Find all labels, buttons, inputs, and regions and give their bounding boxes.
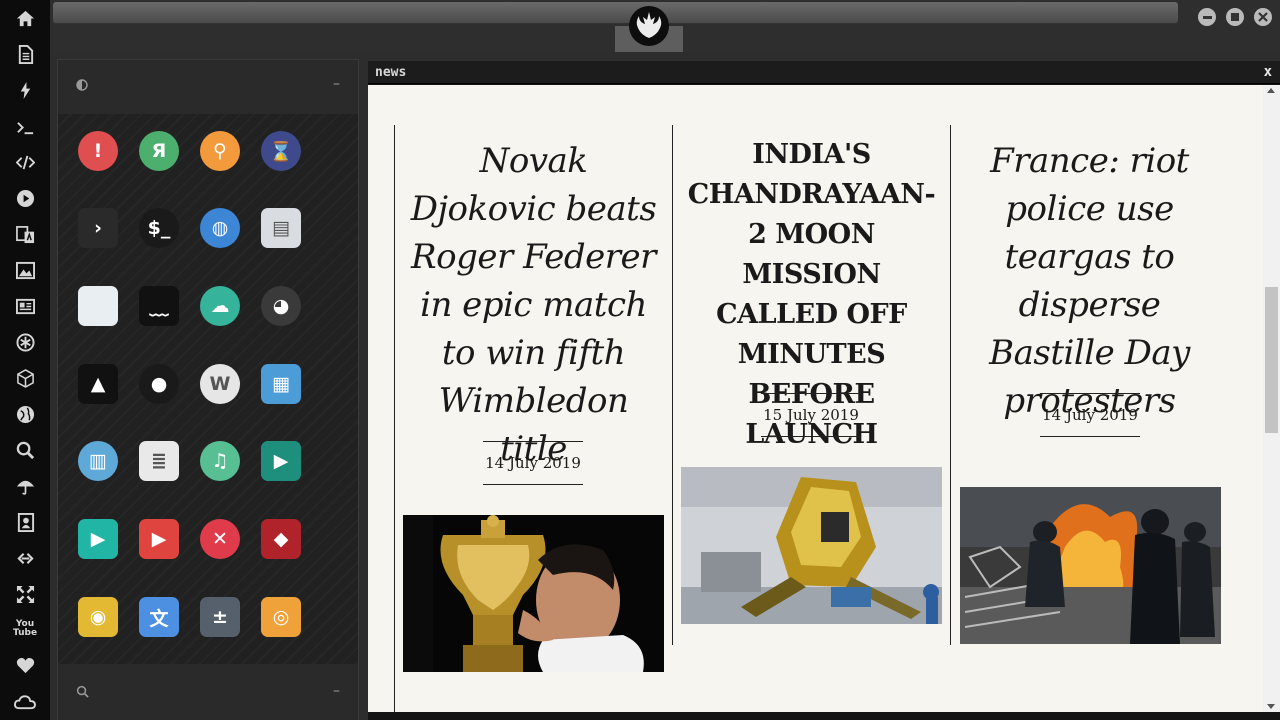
iron-man-app-icon[interactable]: ◆ [261, 519, 301, 559]
cube-icon[interactable] [13, 366, 37, 390]
news-content: Novak Djokovic beats Roger Federer in ep… [368, 85, 1263, 712]
globe-icon[interactable] [13, 402, 37, 426]
hourglass-app-icon[interactable]: ⌛ [261, 131, 301, 171]
article-date: 15 July 2019 [761, 393, 861, 437]
youtube-icon[interactable]: You Tube [13, 617, 37, 641]
search-minimize-button[interactable]: – [333, 683, 340, 699]
warning-app-icon[interactable]: ! [78, 131, 118, 171]
search-app-icon[interactable]: ⚲ [200, 131, 240, 171]
launcher-app-grid: ! Я ⚲ ⌛ › $_ ◍ ▤ ﹏ ☁ ◕ ▲ ● W ▦ ▥ ≣ ♫ ▶ ▶ ▶ ✕ ◆ ◉ 文 ± ◎ [58, 114, 358, 664]
web-browser-app-icon[interactable]: ◍ [200, 208, 240, 248]
window-app-icon[interactable] [78, 286, 118, 326]
expand-icon[interactable] [13, 582, 37, 606]
asterisk-icon[interactable] [13, 330, 37, 354]
cloud-icon[interactable] [11, 690, 39, 714]
article-date: 14 July 2019 [1040, 393, 1140, 437]
tennis-trophy-photo[interactable] [403, 515, 664, 672]
media-player-app-icon[interactable]: ▶ [78, 519, 118, 559]
launcher-minimize-button[interactable]: – [333, 76, 340, 92]
heart-icon[interactable] [13, 653, 37, 677]
riot-police-fire-photo[interactable] [960, 487, 1221, 644]
article-card[interactable]: France: riot police use teargas to dispe… [959, 137, 1220, 425]
document-icon[interactable] [13, 42, 37, 66]
launcher-header: – [58, 60, 358, 114]
calculator-app-icon[interactable]: ± [200, 597, 240, 637]
launcher-footer: – [58, 664, 358, 720]
article-headline[interactable]: France: riot police use teargas to dispe… [959, 137, 1220, 425]
newspaper-icon[interactable] [13, 294, 37, 318]
close-window-button[interactable] [1254, 8, 1272, 26]
youtube-wordmark: You Tube [13, 619, 38, 638]
code-icon[interactable] [13, 150, 37, 174]
lunar-lander-photo[interactable] [681, 467, 942, 624]
left-dock: You Tube [0, 0, 50, 720]
notebook-app-icon[interactable]: ≣ [139, 441, 179, 481]
close-app-icon[interactable]: ✕ [200, 519, 240, 559]
app-launcher-panel: – ! Я ⚲ ⌛ › $_ ◍ ▤ ﹏ ☁ ◕ ▲ ● W ▦ ▥ ≣ ♫ ▶ ▶ ▶ ✕ ◆ ◉ 文 ± ◎ – [57, 59, 359, 720]
github-app-icon[interactable]: ◕ [261, 286, 301, 326]
news-window-title: news [375, 65, 407, 80]
scroll-down-arrow-icon[interactable] [1267, 704, 1275, 709]
article-date: 14 July 2019 [483, 441, 583, 485]
scrollbar-thumb[interactable] [1265, 287, 1278, 433]
article-card[interactable]: Novak Djokovic beats Roger Federer in ep… [403, 137, 664, 473]
camera-app-icon[interactable]: ◎ [261, 597, 301, 637]
column-rule [950, 125, 951, 645]
news-window: news x Novak Djokovic beats Roger Federe… [368, 61, 1280, 720]
workspace-tab[interactable] [615, 0, 683, 52]
maximize-button[interactable] [1226, 8, 1244, 26]
home-icon[interactable] [13, 6, 37, 30]
bolt-icon[interactable] [13, 78, 37, 102]
news-close-button[interactable]: x [1264, 64, 1272, 80]
contact-icon[interactable] [13, 510, 37, 534]
top-bar [50, 0, 1280, 54]
youtube-app-icon[interactable]: ▶ [139, 519, 179, 559]
desktop: You Tube – ! Я ⚲ ⌛ › $_ ◍ ▤ ﹏ ☁ ◕ ▲ ● W ▦ ▥ ≣ ♫ ▶ ▶ ▶ ✕ ◆ [0, 0, 1280, 720]
minimize-button[interactable] [1198, 8, 1216, 26]
umbrella-icon[interactable] [13, 474, 37, 498]
world-map-app-icon[interactable]: ▦ [261, 364, 301, 404]
link-icon[interactable] [13, 546, 37, 570]
death-star-app-icon[interactable]: ● [139, 364, 179, 404]
video-app-icon[interactable]: ▶ [261, 441, 301, 481]
shell-app-icon[interactable]: $_ [139, 208, 179, 248]
search-icon[interactable] [13, 438, 37, 462]
translate-app-icon[interactable]: 文 [139, 597, 179, 637]
wikipedia-app-icon[interactable]: W [200, 364, 240, 404]
music-app-icon[interactable]: ♫ [200, 441, 240, 481]
library-app-icon[interactable]: ▥ [78, 441, 118, 481]
c3po-app-icon[interactable]: ◉ [78, 597, 118, 637]
cloud-lock-app-icon[interactable]: ☁ [200, 286, 240, 326]
translate-icon[interactable] [13, 222, 37, 246]
starfleet-app-icon[interactable]: ▲ [78, 364, 118, 404]
news-titlebar: news x [368, 61, 1280, 84]
search-icon[interactable] [76, 685, 89, 702]
column-rule [672, 125, 673, 645]
terminal-prompt-app-icon[interactable]: › [78, 208, 118, 248]
terminal-icon[interactable] [13, 115, 37, 139]
scroll-up-arrow-icon[interactable] [1267, 88, 1275, 93]
contrast-icon[interactable] [76, 79, 88, 95]
mustache-app-icon[interactable]: ﹏ [139, 286, 179, 326]
news-scrollbar[interactable] [1263, 85, 1280, 712]
rebel-alliance-icon [629, 6, 669, 46]
article-headline[interactable]: Novak Djokovic beats Roger Federer in ep… [403, 137, 664, 473]
image-icon[interactable] [13, 258, 37, 282]
column-rule [394, 125, 395, 712]
file-cabinet-app-icon[interactable]: ▤ [261, 208, 301, 248]
yandex-app-icon[interactable]: Я [139, 131, 179, 171]
play-icon[interactable] [13, 186, 37, 210]
